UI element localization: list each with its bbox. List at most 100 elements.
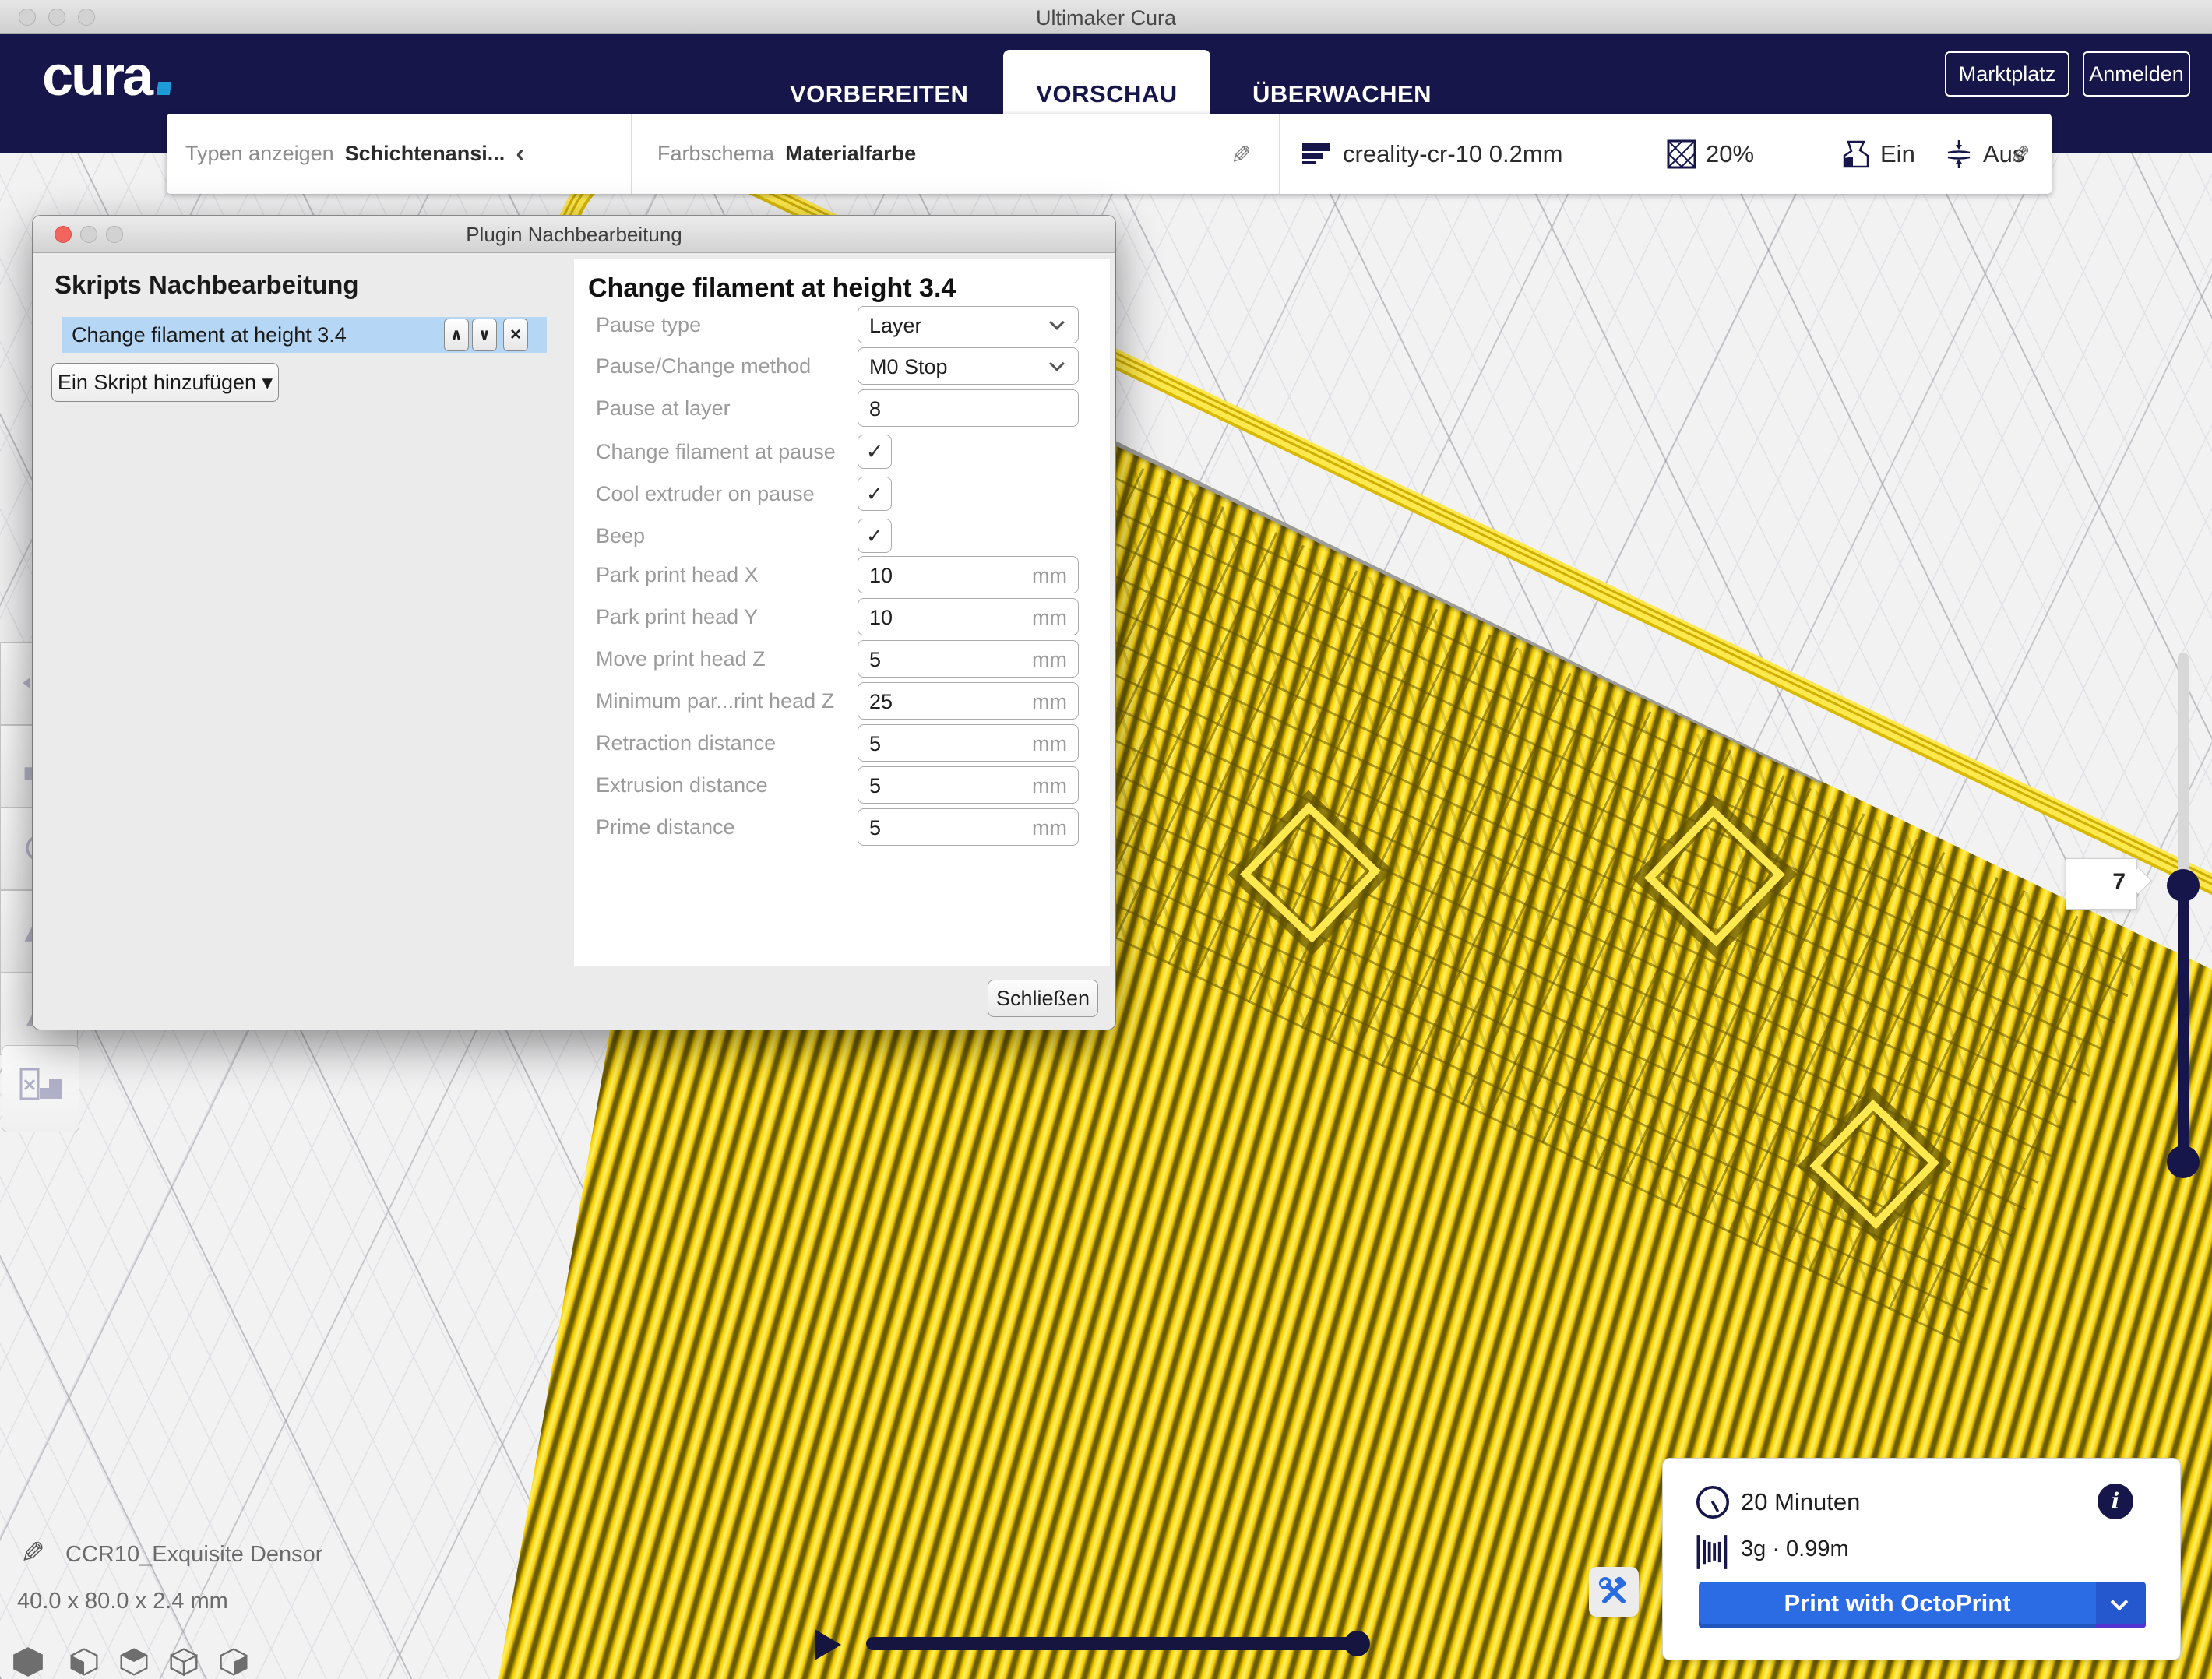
form-row-extrusion: Extrusion distance 5mm	[574, 766, 1110, 804]
qr-finder	[1228, 790, 1393, 955]
move-script-down-button[interactable]: ∨	[472, 319, 497, 351]
selected-script-name: Change filament at height 3.4	[72, 323, 347, 347]
filament-icon	[1696, 1533, 1730, 1571]
pause-type-select[interactable]: Layer	[858, 306, 1079, 343]
timeline-slider[interactable]	[866, 1637, 1361, 1650]
pause-method-select[interactable]: M0 Stop	[858, 347, 1079, 385]
timeline-knob[interactable]	[1344, 1631, 1370, 1656]
field-label: Prime distance	[596, 808, 735, 846]
layer-number-flag: 7	[2066, 858, 2137, 910]
view-3d-icon[interactable]	[8, 1645, 48, 1679]
cura-logo-dot	[157, 82, 171, 95]
form-row-move-z: Move print head Z 5mm	[574, 640, 1110, 678]
layer-slider-lower-handle[interactable]	[2167, 1146, 2200, 1178]
field-label: Minimum par...rint head Z	[596, 682, 834, 720]
remove-script-button[interactable]: ×	[503, 319, 528, 351]
dropdown-arrow-icon: ▾	[262, 371, 273, 394]
form-row-pause-at-layer: Pause at layer 8	[574, 389, 1110, 427]
pause-at-layer-input[interactable]: 8	[858, 389, 1079, 427]
model-name: CCR10_Exquisite Densor	[65, 1542, 322, 1568]
form-row-cool-extruder: Cool extruder on pause ✓	[574, 475, 1110, 512]
beep-checkbox[interactable]: ✓	[858, 519, 892, 553]
adhesion-icon	[1944, 139, 1974, 169]
extrusion-distance-input[interactable]: 5mm	[858, 766, 1079, 804]
form-row-retraction: Retraction distance 5mm	[574, 724, 1110, 762]
form-row-change-filament: Change filament at pause ✓	[574, 433, 1110, 470]
signin-button[interactable]: Anmelden	[2083, 51, 2190, 97]
field-label: Pause type	[596, 306, 701, 343]
os-titlebar: Ultimaker Cura	[0, 0, 2212, 34]
park-x-input[interactable]: 10mm	[858, 556, 1079, 593]
retraction-distance-input[interactable]: 5mm	[858, 724, 1079, 762]
collapse-chevron-icon[interactable]: ‹	[516, 139, 524, 169]
field-label: Change filament at pause	[596, 433, 836, 470]
field-label: Retraction distance	[596, 724, 776, 762]
printer-profile[interactable]: creality-cr-10 0.2mm	[1343, 140, 1563, 168]
unit-label: mm	[1032, 774, 1067, 798]
window-title: Ultimaker Cura	[0, 6, 2212, 30]
form-row-minimum-z: Minimum par...rint head Z 25mm	[574, 682, 1110, 720]
print-time-estimate: 20 Minuten	[1741, 1488, 1860, 1516]
dialog-title: Plugin Nachbearbeitung	[33, 223, 1115, 247]
view-left-icon[interactable]	[168, 1645, 199, 1679]
view-type-value[interactable]: Schichtenansi...	[345, 142, 505, 166]
print-options-dropdown[interactable]	[2096, 1582, 2146, 1628]
infill-value[interactable]: 20%	[1706, 140, 1754, 168]
qr-finder	[1632, 794, 1797, 959]
chevron-down-icon	[2111, 1593, 2129, 1611]
field-label: Cool extruder on pause	[596, 475, 815, 512]
form-row-park-y: Park print head Y 10mm	[574, 598, 1110, 635]
view-top-icon[interactable]	[118, 1645, 150, 1679]
rename-model-pencil-icon[interactable]: ✎	[20, 1536, 45, 1571]
scripts-heading: Skripts Nachbearbeitung	[55, 270, 359, 300]
unit-label: mm	[1032, 648, 1067, 672]
cura-app-window: 7 ✎ CCR10_Exquisite Densor 40.0 x 80.0 x…	[0, 0, 2212, 1679]
field-label: Park print head X	[596, 556, 759, 593]
dialog-titlebar[interactable]: Plugin Nachbearbeitung	[33, 216, 1115, 253]
support-value[interactable]: Ein	[1880, 140, 1915, 168]
edit-pencil-icon[interactable]: ✎	[1231, 140, 1252, 170]
prime-distance-input[interactable]: 5mm	[858, 808, 1079, 846]
view-front-icon[interactable]	[69, 1645, 100, 1679]
info-icon[interactable]: i	[2098, 1484, 2133, 1519]
chevron-down-icon	[1049, 315, 1065, 330]
field-label: Beep	[596, 517, 645, 554]
print-settings-tools-button[interactable]	[1589, 1567, 1639, 1617]
view-right-icon[interactable]	[218, 1645, 249, 1679]
move-z-input[interactable]: 5mm	[858, 640, 1079, 678]
print-with-octoprint-button[interactable]: Print with OctoPrint	[1699, 1582, 2146, 1628]
post-processing-dialog: Plugin Nachbearbeitung Skripts Nachbearb…	[33, 216, 1115, 1030]
form-row-park-x: Park print head X 10mm	[574, 556, 1110, 593]
field-label: Park print head Y	[596, 598, 758, 635]
add-script-button[interactable]: Ein Skript hinzufügen ▾	[51, 363, 279, 402]
layer-slider-range[interactable]	[2178, 885, 2189, 1162]
preview-toolbar: Typen anzeigen Schichtenansi... ‹ Farbsc…	[167, 114, 2052, 194]
move-script-up-button[interactable]: ∧	[444, 319, 469, 351]
form-row-pause-method: Pause/Change method M0 Stop	[574, 347, 1110, 385]
park-y-input[interactable]: 10mm	[858, 598, 1079, 635]
toolbar-divider	[631, 114, 632, 194]
cura-logo: cura	[42, 48, 171, 104]
cool-extruder-checkbox[interactable]: ✓	[858, 477, 892, 511]
play-button[interactable]	[815, 1629, 841, 1660]
edit-pencil-icon[interactable]: ✎	[2009, 140, 2031, 170]
close-dialog-button[interactable]: Schließen	[988, 980, 1098, 1017]
field-label: Pause/Change method	[596, 347, 811, 385]
marketplace-button[interactable]: Marktplatz	[1945, 51, 2069, 97]
color-scheme-label: Farbschema	[657, 142, 774, 166]
chevron-down-icon	[1049, 356, 1065, 371]
change-filament-checkbox[interactable]: ✓	[858, 435, 892, 469]
color-scheme-value[interactable]: Materialfarbe	[785, 142, 916, 166]
material-estimate: 3g · 0.99m	[1741, 1536, 1849, 1562]
qr-finder	[1798, 1087, 1952, 1241]
clock-icon	[1694, 1484, 1731, 1521]
layer-slider-upper-handle[interactable]	[2167, 869, 2200, 902]
print-button-label: Print with OctoPrint	[1699, 1589, 2096, 1617]
form-row-beep: Beep ✓	[574, 517, 1110, 554]
minimum-z-input[interactable]: 25mm	[858, 682, 1079, 720]
sidebar-tool-support-blocker[interactable]	[2, 1045, 79, 1132]
unit-label: mm	[1032, 690, 1067, 714]
layer-stack-icon	[1302, 141, 1330, 167]
support-icon	[1841, 139, 1871, 169]
print-job-card: 20 Minuten i 3g · 0.99m Print with OctoP…	[1662, 1458, 2181, 1660]
